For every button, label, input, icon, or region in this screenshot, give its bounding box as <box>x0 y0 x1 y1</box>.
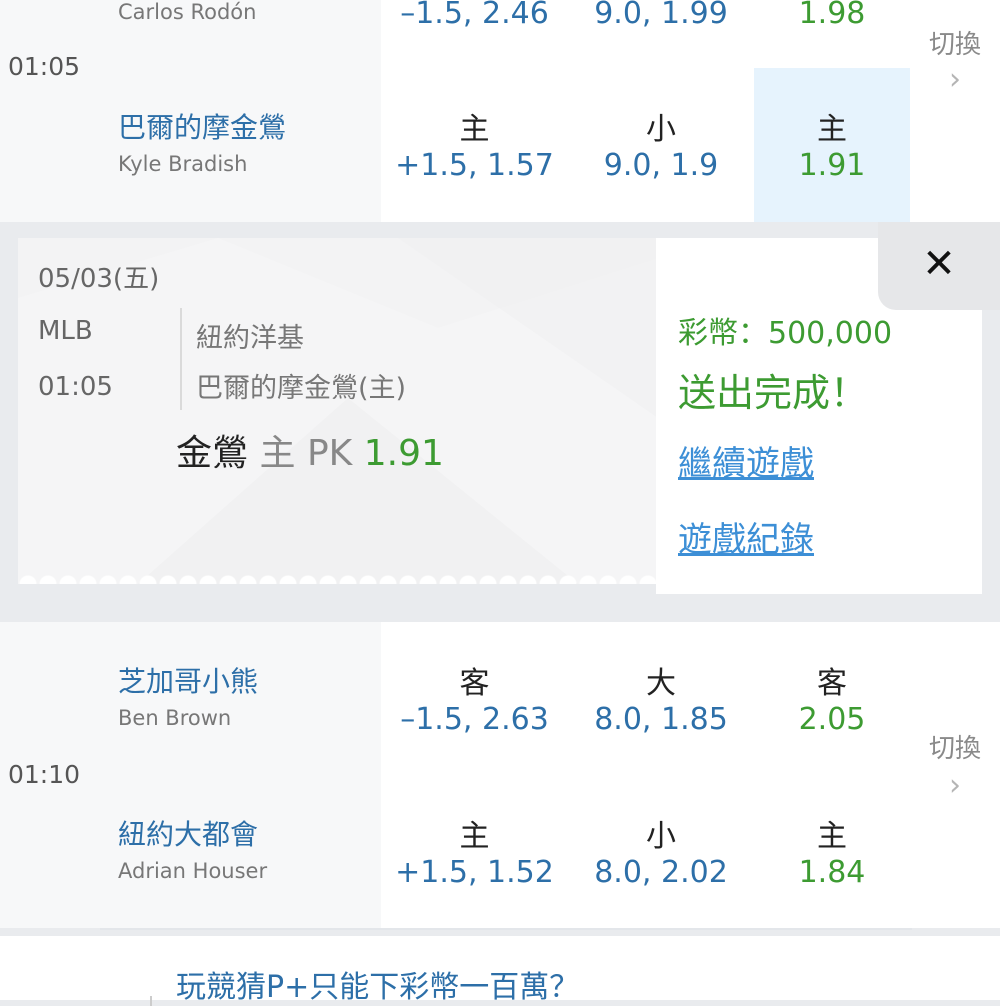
total-value: 9.0, 1.9 <box>603 148 719 183</box>
moneyline-value: 2.05 <box>798 702 866 737</box>
spread-value: –1.5, 2.46 <box>400 0 549 31</box>
total-value: 8.0, 2.02 <box>594 855 728 890</box>
bet-time: 01:05 <box>38 372 113 402</box>
moneyline-label: 主 <box>817 819 847 854</box>
pitcher-name: Carlos Rodón <box>118 0 257 24</box>
total-odds-home[interactable]: 小 8.0, 2.02 <box>568 775 756 930</box>
bet-odds: 1.91 <box>363 433 444 474</box>
team-name: 芝加哥小熊 <box>118 665 259 698</box>
total-value: 9.0, 1.99 <box>594 0 728 31</box>
moneyline-odds-home[interactable]: 主 1.84 <box>754 775 912 930</box>
chevron-right-icon: › <box>949 62 961 97</box>
spread-value: –1.5, 2.63 <box>400 702 549 737</box>
match-time-cell: 01:10 <box>0 622 102 928</box>
bet-team: 金鶯 <box>176 433 249 474</box>
bet-date: 05/03(五) <box>38 264 160 294</box>
bet-type: PK <box>306 433 353 474</box>
bet-home-team: 巴爾的摩金鶯(主) <box>196 373 407 404</box>
total-label: 大 <box>646 666 676 701</box>
bet-confirmation-popup: 05/03(五) MLB 01:05 紐約洋基 巴爾的摩金鶯(主) 金鶯 主 P… <box>0 222 1000 614</box>
team-cell-home: 巴爾的摩金鶯 Kyle Bradish <box>100 68 383 222</box>
spread-odds-away[interactable]: 客 –1.5, 2.63 <box>381 622 570 777</box>
spread-label: 客 <box>459 666 490 701</box>
match-row-1: 01:05 Carlos Rodón –1.5, 2.46 9.0, 1.99 … <box>0 0 1000 222</box>
promo-banner[interactable]: 玩競猜P+只能下彩幣一百萬？ <box>0 936 1000 1006</box>
match-time-cell: 01:05 <box>0 0 102 222</box>
team-name: 紐約大都會 <box>118 818 259 851</box>
chevron-right-icon: › <box>949 768 961 803</box>
total-odds-away[interactable]: 9.0, 1.99 <box>568 0 756 70</box>
total-value: 8.0, 1.85 <box>594 702 728 737</box>
moneyline-value: 1.98 <box>798 0 866 31</box>
continue-game-link[interactable]: 繼續遊戲 <box>678 436 814 485</box>
total-label: 小 <box>646 819 676 854</box>
spread-label: 主 <box>459 112 490 147</box>
total-label: 小 <box>646 112 676 147</box>
team-cell-away: 芝加哥小熊 Ben Brown <box>100 622 383 777</box>
spread-odds-away[interactable]: –1.5, 2.46 <box>381 0 570 70</box>
bet-away-team: 紐約洋基 <box>196 323 304 354</box>
spread-odds-home[interactable]: 主 +1.5, 1.52 <box>381 775 570 930</box>
bet-league: MLB <box>38 316 93 346</box>
moneyline-value: 1.91 <box>798 148 866 183</box>
spread-value: +1.5, 1.52 <box>395 855 554 890</box>
switch-button[interactable]: 切換 › <box>910 0 1000 222</box>
submit-status: 送出完成！ <box>678 371 869 415</box>
moneyline-odds-home-selected[interactable]: 主 1.91 <box>754 68 912 222</box>
coin-balance: 彩幣：500,000 <box>678 316 893 351</box>
promo-text: 玩競猜P+只能下彩幣一百萬？ <box>176 970 580 1005</box>
pitcher-name: Ben Brown <box>118 706 232 730</box>
team-cell-away: Carlos Rodón <box>100 0 383 70</box>
moneyline-label: 客 <box>817 666 847 701</box>
team-cell-home: 紐約大都會 Adrian Houser <box>100 775 383 930</box>
bet-selection: 金鶯 主 PK 1.91 <box>176 424 444 476</box>
pitcher-name: Adrian Houser <box>118 859 268 883</box>
match-time: 01:10 <box>8 760 81 789</box>
moneyline-value: 1.84 <box>798 855 866 890</box>
game-history-link[interactable]: 遊戲紀錄 <box>678 512 814 561</box>
team-name: 巴爾的摩金鶯 <box>118 111 287 144</box>
moneyline-label: 主 <box>817 112 847 147</box>
ticket-serrated-edge <box>18 570 658 584</box>
ticket-divider <box>180 308 182 410</box>
moneyline-odds-away[interactable]: 1.98 <box>754 0 912 70</box>
total-odds-home[interactable]: 小 9.0, 1.9 <box>568 68 756 222</box>
match-time: 01:05 <box>8 52 81 81</box>
spread-odds-home[interactable]: 主 +1.5, 1.57 <box>381 68 570 222</box>
bet-side: 主 <box>259 433 296 474</box>
switch-label: 切換 <box>928 734 981 764</box>
pitcher-name: Kyle Bradish <box>118 152 248 176</box>
close-icon: ✕ <box>922 241 956 287</box>
total-odds-away[interactable]: 大 8.0, 1.85 <box>568 622 756 777</box>
moneyline-odds-away[interactable]: 客 2.05 <box>754 622 912 777</box>
switch-label: 切換 <box>928 30 981 60</box>
close-button[interactable]: ✕ <box>878 222 1000 310</box>
switch-button[interactable]: 切換 › <box>910 622 1000 928</box>
promo-divider <box>150 996 152 1006</box>
match-row-2: 01:10 芝加哥小熊 Ben Brown 客 –1.5, 2.63 大 8.0… <box>0 622 1000 930</box>
spread-label: 主 <box>459 819 490 854</box>
spread-value: +1.5, 1.57 <box>395 148 554 183</box>
